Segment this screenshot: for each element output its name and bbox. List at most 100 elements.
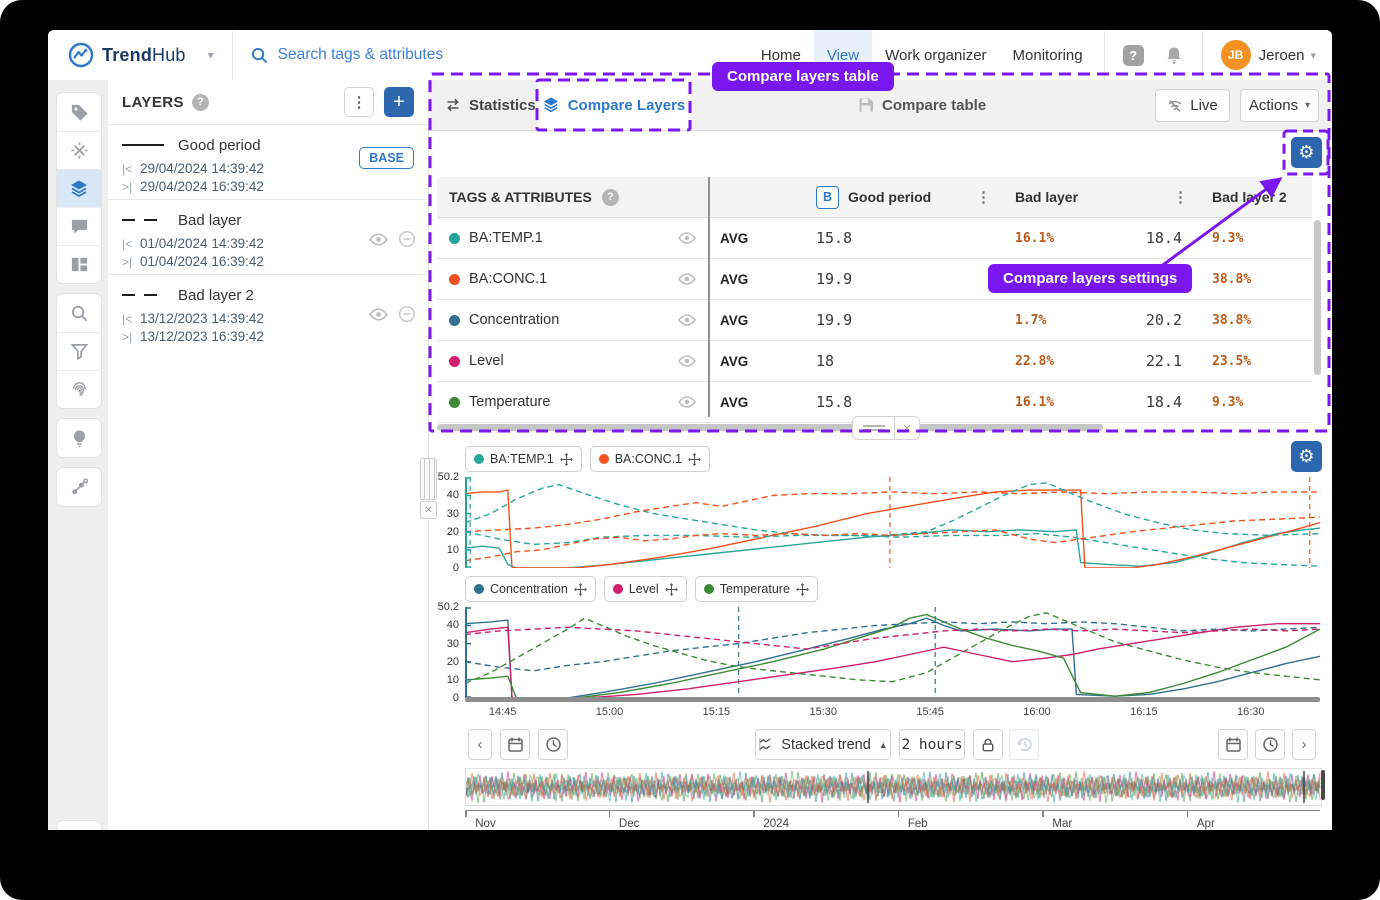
eye-icon[interactable] [678, 355, 696, 367]
layer2-value-cell: 38.8% [1200, 300, 1306, 340]
y-tick-label: 20 [447, 526, 459, 538]
sidebar-annotations-button[interactable] [57, 207, 101, 245]
layers-help-icon[interactable]: ? [192, 94, 209, 111]
sidebar-layers-button[interactable] [57, 169, 101, 207]
column-divider[interactable] [708, 177, 710, 417]
funnel-icon [70, 342, 89, 361]
move-icon[interactable] [560, 453, 573, 466]
sidebar-recommendations-button[interactable] [57, 131, 101, 169]
sidebar-dashboard-button[interactable] [57, 245, 101, 283]
legend-chip-level[interactable]: Level [604, 576, 687, 602]
base-column-header[interactable]: B Good period ⋮ [804, 177, 1003, 217]
table-help-icon[interactable]: ? [602, 189, 619, 206]
end-time-button[interactable] [1255, 729, 1285, 760]
tab-compare-layers[interactable]: Compare Layers [537, 80, 690, 130]
eye-icon[interactable] [678, 396, 696, 408]
eye-icon[interactable] [678, 232, 696, 244]
table-row[interactable]: ConcentrationAVG19.91.7%20.238.8% [437, 300, 1312, 341]
chart2-y-axis-labels: 50.2403020100 [428, 607, 461, 698]
pan-left-button[interactable]: ‹ [468, 729, 492, 760]
eye-icon[interactable] [678, 273, 696, 285]
table-resize-widget[interactable]: ✕ [852, 416, 920, 440]
chart1-plot[interactable] [465, 477, 1320, 568]
chart-settings-button[interactable]: ⚙ [1291, 441, 1322, 472]
user-menu-caret[interactable]: ▾ [1310, 49, 1316, 62]
dashboard-icon [70, 255, 89, 274]
start-time-button[interactable] [538, 729, 568, 760]
close-icon[interactable]: ✕ [895, 417, 919, 439]
help-button[interactable]: ? [1123, 45, 1144, 66]
chart-mode-dropdown[interactable]: Stacked trend ▲ [755, 729, 891, 760]
layer-card-good-period[interactable]: Good period BASE |<29/04/2024 14:39:42 >… [108, 124, 428, 199]
tag-cell[interactable]: Concentration [437, 300, 708, 340]
move-icon[interactable] [574, 583, 587, 596]
pan-right-button[interactable]: › [1292, 729, 1316, 760]
legend-chip-ba-conc1[interactable]: BA:CONC.1 [590, 446, 710, 472]
actions-button[interactable]: Actions▾ [1240, 89, 1319, 122]
context-scrollbar-thumb[interactable] [1321, 770, 1325, 800]
chart2-legend: Concentration Level Temperature [465, 576, 818, 602]
add-layer-button[interactable]: + [384, 87, 414, 117]
app-logo[interactable]: TrendHub ▾ [48, 42, 214, 68]
tag-cell[interactable]: BA:CONC.1 [437, 259, 708, 299]
base-value-cell: 18 [804, 341, 1003, 381]
remove-layer-icon[interactable] [398, 305, 416, 323]
end-time-icon: >| [122, 254, 140, 271]
column-menu-icon[interactable]: ⋮ [1173, 188, 1188, 206]
nav-monitoring[interactable]: Monitoring [1000, 30, 1096, 80]
notifications-button[interactable] [1164, 45, 1184, 65]
sidebar-filter-button[interactable] [57, 332, 101, 370]
tag-cell[interactable]: Level [437, 341, 708, 381]
start-calendar-button[interactable] [500, 729, 530, 760]
eye-icon[interactable] [678, 314, 696, 326]
table-row[interactable]: LevelAVG1822.8%22.123.5% [437, 341, 1312, 382]
chart2-plot[interactable] [465, 607, 1320, 698]
layer1-column-header[interactable]: Bad layer ⋮ [1003, 177, 1200, 217]
workspace-switcher-caret[interactable]: ▾ [208, 48, 214, 62]
sidebar-more-button[interactable] [56, 820, 102, 830]
tag-color-dot [449, 356, 460, 367]
lock-duration-button[interactable] [973, 729, 1003, 760]
column-menu-icon[interactable]: ⋮ [976, 188, 991, 206]
move-icon[interactable] [688, 453, 701, 466]
drag-handle-icon[interactable] [853, 417, 895, 439]
move-icon[interactable] [665, 583, 678, 596]
tag-cell[interactable]: BA:TEMP.1 [437, 218, 708, 258]
table-callout: Compare layers table [712, 62, 894, 91]
live-button[interactable]: Live [1155, 89, 1230, 122]
history-button[interactable] [1009, 729, 1039, 760]
layer-card-bad-layer[interactable]: Bad layer |<01/04/2024 14:39:42 >|01/04/… [108, 199, 428, 274]
sidebar-search-button[interactable] [57, 294, 101, 332]
eye-icon[interactable] [369, 308, 388, 321]
solid-line-sample [122, 144, 164, 146]
end-time-icon: >| [122, 179, 140, 196]
legend-chip-ba-temp1[interactable]: BA:TEMP.1 [465, 446, 582, 472]
tag-cell[interactable]: Temperature [437, 382, 708, 422]
table-vertical-scrollbar[interactable] [1314, 220, 1321, 375]
legend-chip-temperature[interactable]: Temperature [695, 576, 818, 602]
table-row[interactable]: BA:TEMP.1AVG15.816.1%18.49.3% [437, 218, 1312, 259]
clock-icon [1262, 736, 1279, 753]
search-placeholder: Search tags & attributes [278, 46, 443, 64]
sidebar-fingerprint-button[interactable] [57, 370, 101, 408]
sidebar-tags-button[interactable] [57, 93, 101, 131]
layers-panel-title: LAYERS [122, 94, 184, 111]
remove-layer-icon[interactable] [398, 230, 416, 248]
search-bar[interactable]: Search tags & attributes [233, 46, 443, 64]
layer-card-bad-layer-2[interactable]: Bad layer 2 |<13/12/2023 14:39:42 >|13/1… [108, 274, 428, 349]
legend-chip-concentration[interactable]: Concentration [465, 576, 596, 602]
end-calendar-button[interactable] [1218, 729, 1248, 760]
compare-layers-settings-button[interactable]: ⚙ [1291, 137, 1322, 168]
sidebar-context-graph-button[interactable] [57, 468, 101, 506]
layers-menu-button[interactable]: ⋮ [344, 87, 374, 117]
tab-statistics[interactable]: Statistics [445, 80, 536, 130]
eye-icon[interactable] [369, 233, 388, 246]
user-avatar[interactable]: JB [1221, 40, 1251, 70]
sidebar-tips-button[interactable] [57, 419, 101, 457]
calendar-icon [507, 736, 524, 753]
context-overview-bar[interactable] [465, 768, 1322, 806]
move-icon[interactable] [796, 583, 809, 596]
table-horizontal-scrollbar[interactable] [437, 424, 1103, 431]
layer2-column-header[interactable]: Bad layer 2 [1200, 177, 1306, 217]
duration-button[interactable]: 2 hours [899, 729, 965, 760]
